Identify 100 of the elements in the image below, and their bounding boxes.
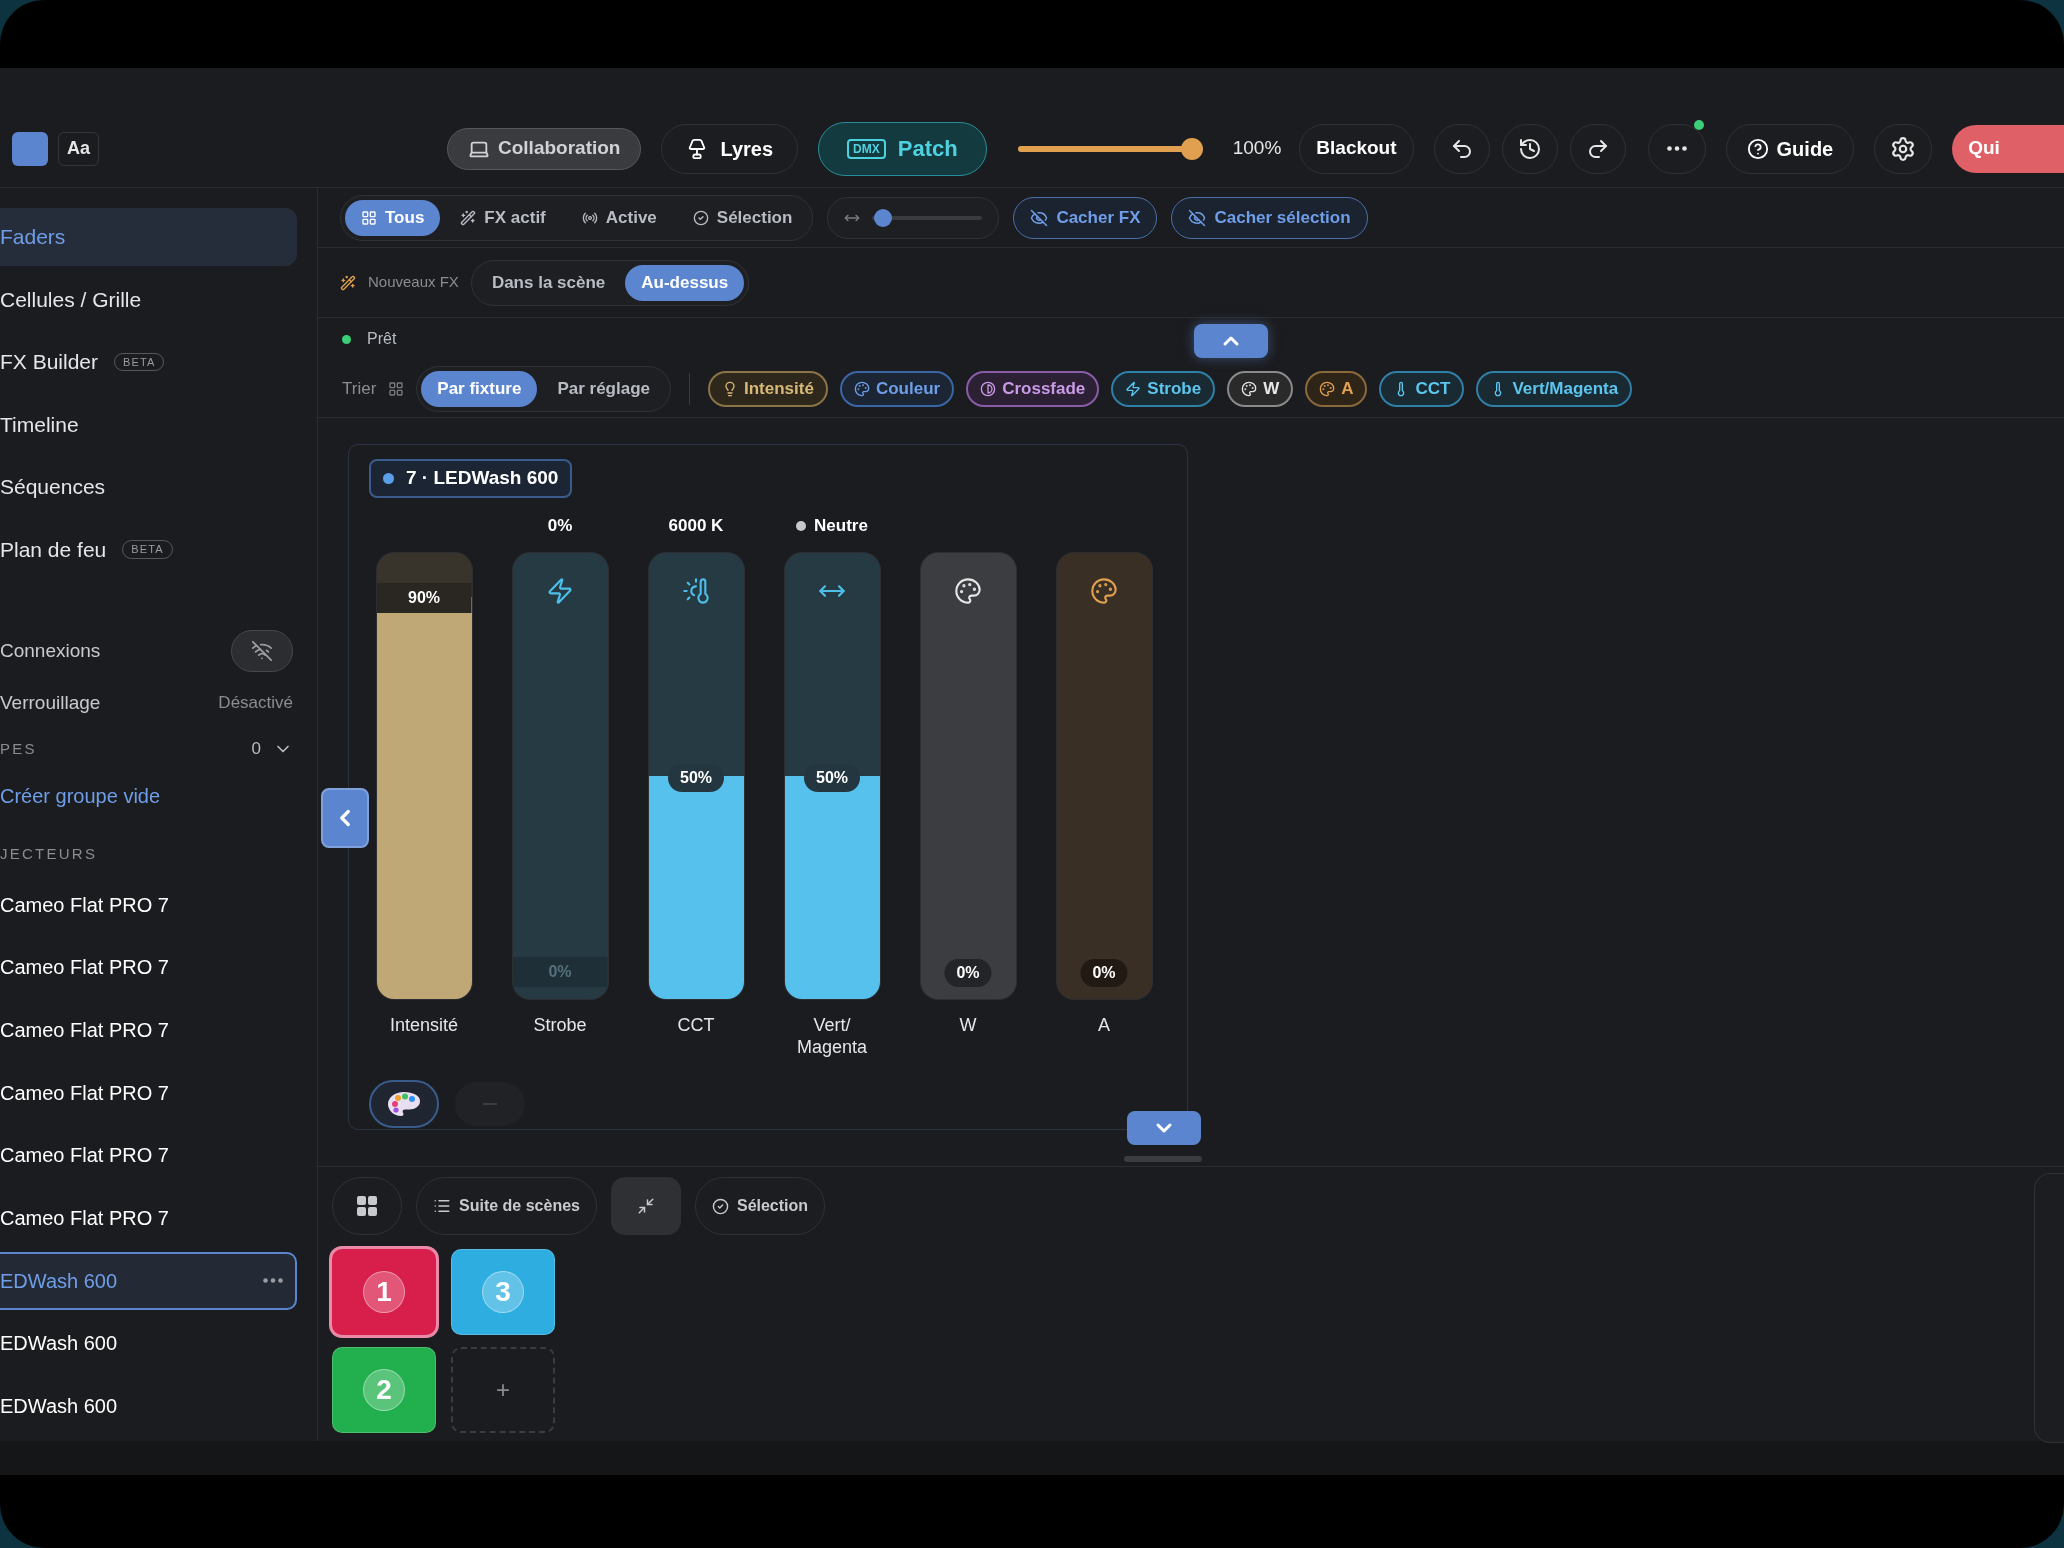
palette-icon <box>953 576 982 605</box>
palette-icon <box>1319 380 1336 397</box>
channel-chip[interactable]: Strobe <box>1111 370 1216 407</box>
channel-chip[interactable]: Vert/Magenta <box>1476 370 1633 407</box>
segment-tab[interactable]: Sélection <box>676 199 809 236</box>
fader-reading: 0% <box>1080 958 1128 987</box>
hide-button[interactable]: Cacher FX <box>1013 196 1158 239</box>
collaboration-button[interactable]: Collaboration <box>447 127 642 170</box>
more-icon <box>263 1278 283 1284</box>
segment-tab[interactable]: Par réglage <box>541 370 666 407</box>
fader-track[interactable]: 50% <box>783 551 881 1000</box>
fixture-item[interactable]: EDWash 600 <box>0 1251 297 1310</box>
section-header: PES <box>0 738 37 759</box>
fader-reading: 0% <box>512 956 608 987</box>
fixture-item[interactable]: Cameo Flat PRO 7 <box>0 875 297 934</box>
palette-icon <box>853 380 870 397</box>
fader-track[interactable]: 50% <box>647 551 745 1000</box>
channel-chip[interactable]: Intensité <box>708 370 828 407</box>
collapse-left-button[interactable] <box>321 788 369 848</box>
nav-item[interactable]: Faders <box>0 208 297 266</box>
segment-tab[interactable]: Active <box>565 199 673 236</box>
wand-icon <box>340 274 356 291</box>
connections-toggle[interactable] <box>231 630 293 672</box>
section-header: JECTEURS <box>0 844 99 864</box>
channel-chip[interactable]: W <box>1227 370 1294 407</box>
group-count: 0 <box>251 738 261 761</box>
hide-button[interactable]: Cacher sélection <box>1171 196 1368 239</box>
patch-button[interactable]: DMX Patch <box>818 121 987 176</box>
selection-button[interactable]: Sélection <box>694 1177 826 1235</box>
nav-label: Faders <box>0 224 66 251</box>
guide-button[interactable]: Guide <box>1725 123 1855 174</box>
fixture-item[interactable]: Cameo Flat PRO 7 <box>0 1188 297 1247</box>
nav-item[interactable]: Plan de feu BETA <box>0 520 297 579</box>
fader-track[interactable]: 0% <box>1055 551 1153 1000</box>
lightbulb-icon <box>722 380 738 397</box>
lightning-icon <box>1125 380 1142 397</box>
nav-label: FX Builder <box>0 349 99 376</box>
settings-button[interactable] <box>1874 123 1933 174</box>
nav-item[interactable]: Cellules / Grille <box>0 270 297 329</box>
fader-value: Neutre <box>814 514 868 537</box>
collapse-down-button[interactable] <box>1127 1111 1201 1145</box>
half-circle-icon <box>980 380 997 397</box>
connections-label: Connexions <box>0 638 101 663</box>
collapse-up-button[interactable] <box>1194 324 1268 358</box>
size-slider[interactable] <box>827 196 1000 239</box>
channel-chip[interactable]: Couleur <box>839 370 955 407</box>
scene-tile[interactable]: 1 <box>332 1249 436 1335</box>
fader-reading: 50% <box>668 763 724 792</box>
slider-thumb[interactable] <box>874 208 893 227</box>
channel-chip[interactable]: CCT <box>1379 370 1465 407</box>
fader-track[interactable]: 90% <box>375 551 473 1000</box>
sort-label: Trier <box>342 377 377 400</box>
scene-number: 3 <box>482 1271 524 1313</box>
eye-off-icon <box>1188 208 1207 227</box>
resize-handle[interactable] <box>1124 1156 1202 1162</box>
fixture-item[interactable]: EDWash 600 <box>0 1314 297 1373</box>
fixture-label: Cameo Flat PRO 7 <box>0 1205 169 1231</box>
segment-tab[interactable]: FX actif <box>444 199 562 236</box>
fixture-item[interactable]: EDWash 600 <box>0 1377 297 1435</box>
wifi-off-icon <box>251 640 273 662</box>
segment-tab[interactable]: Dans la scène <box>475 264 622 301</box>
lock-value: Désactivé <box>218 692 293 715</box>
color-swatch-button[interactable] <box>12 131 48 166</box>
fixture-badge: 7 · LEDWash 600 <box>369 459 573 498</box>
nav-item[interactable]: Timeline <box>0 395 297 454</box>
lyres-button[interactable]: Lyres <box>661 123 799 174</box>
create-group-link[interactable]: Créer groupe vide <box>0 781 297 811</box>
fixture-label: Cameo Flat PRO 7 <box>0 1017 169 1043</box>
more-button[interactable] <box>1647 123 1706 174</box>
color-palette-button[interactable] <box>369 1079 439 1128</box>
check-circle-icon <box>711 1197 729 1215</box>
nav-label: Séquences <box>0 474 106 501</box>
grid-icon <box>361 209 377 226</box>
slider-thumb[interactable] <box>1180 137 1203 160</box>
scene-sequence-button[interactable]: Suite de scènes <box>416 1177 597 1235</box>
fader-reading: 50% <box>804 763 860 792</box>
fixture-item[interactable]: Cameo Flat PRO 7 <box>0 938 297 997</box>
font-button[interactable]: Aa <box>58 131 99 166</box>
fixture-item[interactable]: Cameo Flat PRO 7 <box>0 1000 297 1059</box>
more-icon <box>1666 146 1687 151</box>
fixture-label: Cameo Flat PRO 7 <box>0 1143 169 1169</box>
segment-tab[interactable]: Tous <box>345 199 441 236</box>
fader-value: 6000 K <box>668 514 724 537</box>
check-circle-icon <box>692 209 709 226</box>
nav-item[interactable]: FX Builder BETA <box>0 333 297 391</box>
segment-tab[interactable]: Au-dessus <box>625 264 745 301</box>
grid-icon <box>355 1194 379 1218</box>
add-scene-button[interactable]: + <box>451 1347 555 1433</box>
fader-label: Strobe <box>532 1013 588 1036</box>
fader-track[interactable]: 0% <box>919 551 1017 1000</box>
blackout-button[interactable]: Blackout <box>1299 123 1414 174</box>
fader-label: Intensité <box>388 1013 459 1036</box>
nav-item[interactable]: Séquences <box>0 458 297 516</box>
fixture-item[interactable]: Cameo Flat PRO 7 <box>0 1063 297 1122</box>
segment-tab[interactable]: Par fixture <box>421 370 538 407</box>
nav-label: Plan de feu <box>0 536 107 563</box>
channel-chip[interactable]: A <box>1305 370 1368 407</box>
channel-chip[interactable]: Crossfade <box>966 370 1100 407</box>
fixture-label: EDWash 600 <box>0 1331 118 1357</box>
fixture-item[interactable]: Cameo Flat PRO 7 <box>0 1126 297 1185</box>
